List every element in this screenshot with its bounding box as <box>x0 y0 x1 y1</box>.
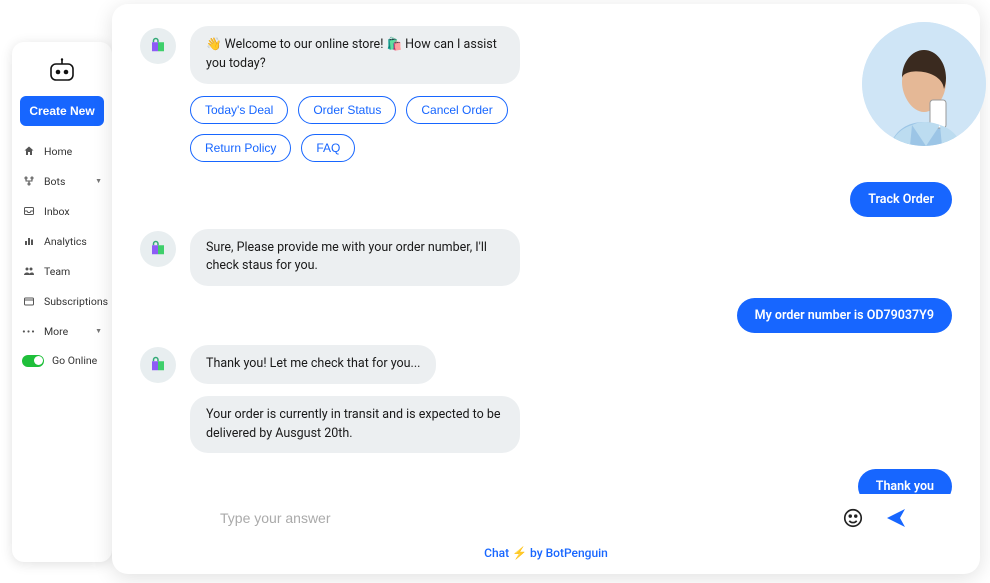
emoji-button[interactable] <box>838 503 868 533</box>
more-icon: ••• <box>22 324 36 338</box>
home-icon <box>22 144 36 158</box>
answer-input[interactable] <box>220 504 826 532</box>
user-message-bubble: Track Order <box>850 182 952 217</box>
sidebar-item-more[interactable]: ••• More ▼ <box>12 316 112 346</box>
go-online-label: Go Online <box>52 354 97 367</box>
sidebar-item-bots[interactable]: Bots ▼ <box>12 166 112 196</box>
go-online-toggle[interactable] <box>22 355 44 367</box>
sidebar-item-label: Analytics <box>44 235 87 248</box>
team-icon <box>22 264 36 278</box>
bag-icon <box>149 356 167 374</box>
bot-avatar <box>140 347 176 383</box>
bot-message-bubble: Sure, Please provide me with your order … <box>190 229 520 287</box>
chip-order-status[interactable]: Order Status <box>298 96 396 124</box>
footer-by-label: by BotPenguin <box>530 546 608 560</box>
bot-message-row: Sure, Please provide me with your order … <box>140 229 952 287</box>
go-online-toggle-row: Go Online <box>12 346 112 375</box>
person-with-phone-illustration <box>862 22 986 146</box>
user-message-bubble: My order number is OD79037Y9 <box>737 298 952 333</box>
chip-faq[interactable]: FAQ <box>301 134 355 162</box>
bolt-icon: ⚡ <box>512 546 527 560</box>
sidebar-item-label: Bots <box>44 175 65 188</box>
analytics-icon <box>22 234 36 248</box>
user-message-row: Track Order <box>140 182 952 217</box>
sidebar-item-home[interactable]: Home <box>12 136 112 166</box>
sidebar-item-label: Inbox <box>44 205 70 218</box>
sidebar-item-subscriptions[interactable]: Subscriptions <box>12 286 112 316</box>
footer-chat-label: Chat <box>484 546 509 560</box>
subscriptions-icon <box>22 294 36 308</box>
smile-icon <box>842 507 864 529</box>
chevron-down-icon: ▼ <box>95 177 102 185</box>
inbox-icon <box>22 204 36 218</box>
bot-logo-icon <box>49 58 75 84</box>
bot-message-bubble: 👋 Welcome to our online store! 🛍️ How ca… <box>190 26 520 84</box>
hero-avatar <box>862 22 986 146</box>
chat-scroll: 👋 Welcome to our online store! 🛍️ How ca… <box>140 26 952 494</box>
sidebar-item-label: Home <box>44 145 72 158</box>
send-icon <box>884 506 908 530</box>
send-button[interactable] <box>880 502 912 534</box>
chat-panel: 👋 Welcome to our online store! 🛍️ How ca… <box>112 4 980 574</box>
bag-icon <box>149 240 167 258</box>
create-new-button[interactable]: Create New <box>20 96 104 126</box>
sidebar-item-label: More <box>44 325 68 338</box>
bot-avatar <box>140 28 176 64</box>
user-message-bubble: Thank you <box>858 469 952 494</box>
sidebar-item-label: Team <box>44 265 70 278</box>
bot-message-bubble: Your order is currently in transit and i… <box>190 396 520 454</box>
input-bar <box>140 494 952 538</box>
chip-cancel-order[interactable]: Cancel Order <box>406 96 507 124</box>
sidebar-item-inbox[interactable]: Inbox <box>12 196 112 226</box>
bots-icon <box>22 174 36 188</box>
brand-logo <box>12 52 112 96</box>
user-message-row: Thank you <box>140 469 952 494</box>
bot-message-row: Thank you! Let me check that for you... <box>140 345 952 384</box>
chip-return-policy[interactable]: Return Policy <box>190 134 291 162</box>
footer-brand: Chat ⚡ by BotPenguin <box>140 538 952 564</box>
bot-message-bubble: Thank you! Let me check that for you... <box>190 345 436 384</box>
sidebar-item-analytics[interactable]: Analytics <box>12 226 112 256</box>
chip-todays-deal[interactable]: Today's Deal <box>190 96 288 124</box>
bag-icon <box>149 37 167 55</box>
bot-message-row: 👋 Welcome to our online store! 🛍️ How ca… <box>140 26 952 84</box>
bot-avatar <box>140 231 176 267</box>
sidebar: Create New Home Bots ▼ Inbox Analytics T… <box>12 42 112 562</box>
sidebar-item-team[interactable]: Team <box>12 256 112 286</box>
chevron-down-icon: ▼ <box>95 327 102 335</box>
user-message-row: My order number is OD79037Y9 <box>140 298 952 333</box>
sidebar-item-label: Subscriptions <box>44 295 108 308</box>
quick-reply-chips: Today's Deal Order Status Cancel Order R… <box>190 96 550 162</box>
bot-message-followup: Your order is currently in transit and i… <box>190 396 952 454</box>
